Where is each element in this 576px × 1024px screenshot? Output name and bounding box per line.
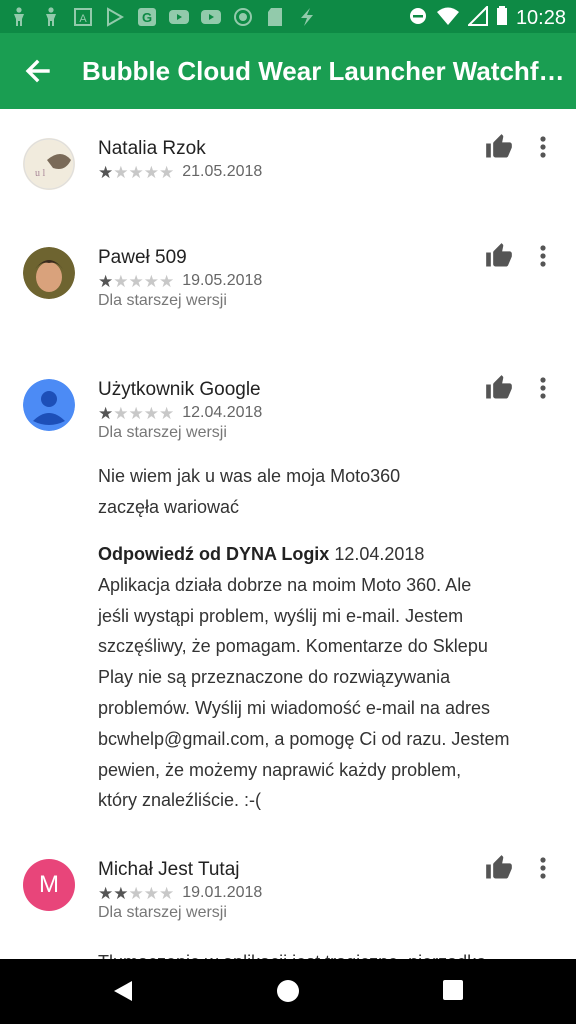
reviewer-name: Użytkownik Google (98, 379, 261, 400)
home-nav-icon[interactable] (276, 979, 300, 1008)
thumbs-up-icon[interactable] (485, 242, 513, 270)
more-options-icon[interactable] (533, 855, 553, 883)
rating-stars: ★ ★ ★ ★ ★ (98, 271, 175, 291)
navigation-bar (0, 959, 576, 1024)
avatar (23, 247, 75, 299)
reply-date: 12.04.2018 (334, 544, 425, 564)
review-date: 21.05.2018 (182, 163, 263, 180)
app-title: Bubble Cloud Wear Launcher Watchfa… (82, 56, 566, 86)
battery-icon (496, 6, 508, 31)
review-date: 12.04.2018 (182, 404, 263, 421)
back-arrow-icon[interactable] (20, 53, 56, 89)
recents-nav-icon[interactable] (442, 979, 464, 1006)
avatar-letter: M (39, 871, 59, 898)
version-note: Dla starszej wersji (98, 424, 227, 441)
back-nav-icon[interactable] (112, 979, 134, 1008)
review-meta: ★ ★ ★ ★ ★ 21.05.2018 (98, 163, 262, 181)
reviewer-name: Michał Jest Tutaj (98, 859, 240, 880)
developer-reply: Odpowiedź od DYNA Logix 12.04.2018 Aplik… (98, 539, 548, 816)
review-date: 19.05.2018 (182, 272, 263, 289)
rating-stars: ★ ★ ★ ★ ★ (98, 162, 175, 182)
review-text: Tłumaczenie w aplikacji jest tragiczne, … (98, 947, 548, 959)
google-icon: G (136, 6, 158, 28)
dnd-icon (408, 6, 428, 31)
avatar: u l (23, 138, 75, 190)
accessibility-icon (8, 6, 30, 28)
review-meta: ★ ★ ★ ★ ★ 19.01.2018 (98, 884, 262, 902)
app-bar: Bubble Cloud Wear Launcher Watchfa… (0, 33, 576, 109)
youtube-icon-2 (200, 6, 222, 28)
more-options-icon[interactable] (533, 134, 553, 162)
rating-stars: ★ ★ ★ ★ ★ (98, 883, 175, 903)
sd-card-icon (264, 6, 286, 28)
review-text: Nie wiem jak u was ale moja Moto360 zacz… (98, 466, 401, 517)
avatar (23, 379, 75, 431)
record-icon (232, 6, 254, 28)
version-note: Dla starszej wersji (98, 292, 227, 309)
flash-icon (296, 6, 318, 28)
review-meta: ★ ★ ★ ★ ★ 19.05.2018 (98, 272, 262, 290)
svg-text:u l: u l (35, 168, 46, 179)
reviewer-name: Paweł 509 (98, 247, 187, 268)
svg-text:G: G (142, 10, 152, 25)
accessibility-icon-2 (40, 6, 62, 28)
review-date: 19.01.2018 (182, 884, 263, 901)
wifi-icon (436, 6, 460, 31)
font-icon: A (72, 6, 94, 28)
more-options-icon[interactable] (533, 375, 553, 403)
thumbs-up-icon[interactable] (485, 133, 513, 161)
reviewer-name: Natalia Rzok (98, 138, 206, 159)
notification-icons: A G (8, 6, 318, 28)
thumbs-up-icon[interactable] (485, 374, 513, 402)
version-note: Dla starszej wersji (98, 904, 227, 921)
youtube-icon (168, 6, 190, 28)
avatar: M (23, 859, 75, 911)
status-time: 10:28 (515, 7, 566, 29)
reviews-list[interactable]: u l Natalia Rzok ★ ★ ★ ★ ★ 21.05.2018 Paweł … (0, 109, 576, 959)
signal-icon (466, 4, 488, 31)
status-bar: A G 10:28 (0, 0, 576, 33)
rating-stars: ★ ★ ★ ★ ★ (98, 403, 175, 423)
svg-text:A: A (79, 13, 87, 25)
reply-author: Odpowiedź od DYNA Logix (98, 544, 330, 564)
reply-header: Odpowiedź od DYNA Logix 12.04.2018 (98, 539, 548, 570)
play-store-icon (104, 6, 126, 28)
more-options-icon[interactable] (533, 243, 553, 271)
review-meta: ★ ★ ★ ★ ★ 12.04.2018 (98, 404, 262, 422)
thumbs-up-icon[interactable] (485, 854, 513, 882)
